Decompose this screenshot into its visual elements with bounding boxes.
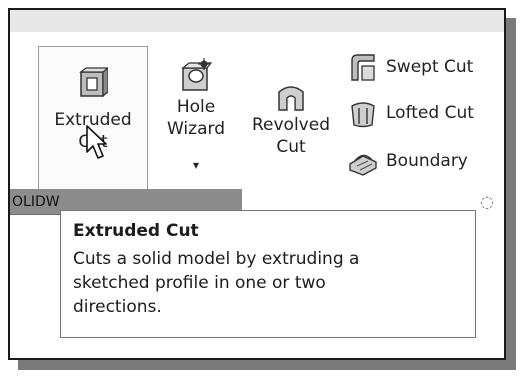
top-bar — [10, 10, 504, 33]
extruded-cut-icon — [79, 67, 108, 98]
lofted-cut-button[interactable]: Lofted Cut — [348, 96, 474, 130]
revolved-cut-button[interactable]: Revolved Cut — [250, 46, 332, 158]
revolved-cut-label: Revolved Cut — [251, 115, 330, 157]
lofted-cut-label: Lofted Cut — [386, 103, 474, 123]
document-tab-label: OLIDW — [12, 194, 60, 210]
hole-wizard-button[interactable]: Hole Wizard ▾ — [158, 46, 234, 176]
hole-wizard-icon — [181, 58, 213, 91]
view-options-icon: ◌ — [480, 192, 494, 211]
mouse-pointer-icon — [86, 125, 107, 159]
revolved-cut-icon — [278, 86, 304, 111]
features-ribbon: Extruded Cut Hole Wizard ▾ Revolved Cut — [10, 32, 504, 202]
boundary-cut-button[interactable]: Boundary — [348, 144, 468, 178]
swept-cut-icon — [351, 54, 375, 81]
hole-wizard-dropdown[interactable]: ▾ — [158, 154, 234, 176]
swept-cut-button[interactable]: Swept Cut — [348, 50, 473, 84]
boundary-cut-icon — [349, 154, 377, 176]
swept-cut-label: Swept Cut — [386, 57, 474, 77]
tooltip-title: Extruded Cut — [73, 221, 199, 241]
extruded-cut-tooltip: Extruded Cut Cuts a solid model by extru… — [60, 210, 476, 338]
lofted-cut-icon — [351, 102, 375, 128]
tooltip-description: Cuts a solid model by extruding a sketch… — [73, 249, 360, 317]
hole-wizard-label: Hole Wizard — [167, 97, 225, 139]
boundary-cut-label: Boundary — [386, 151, 468, 171]
